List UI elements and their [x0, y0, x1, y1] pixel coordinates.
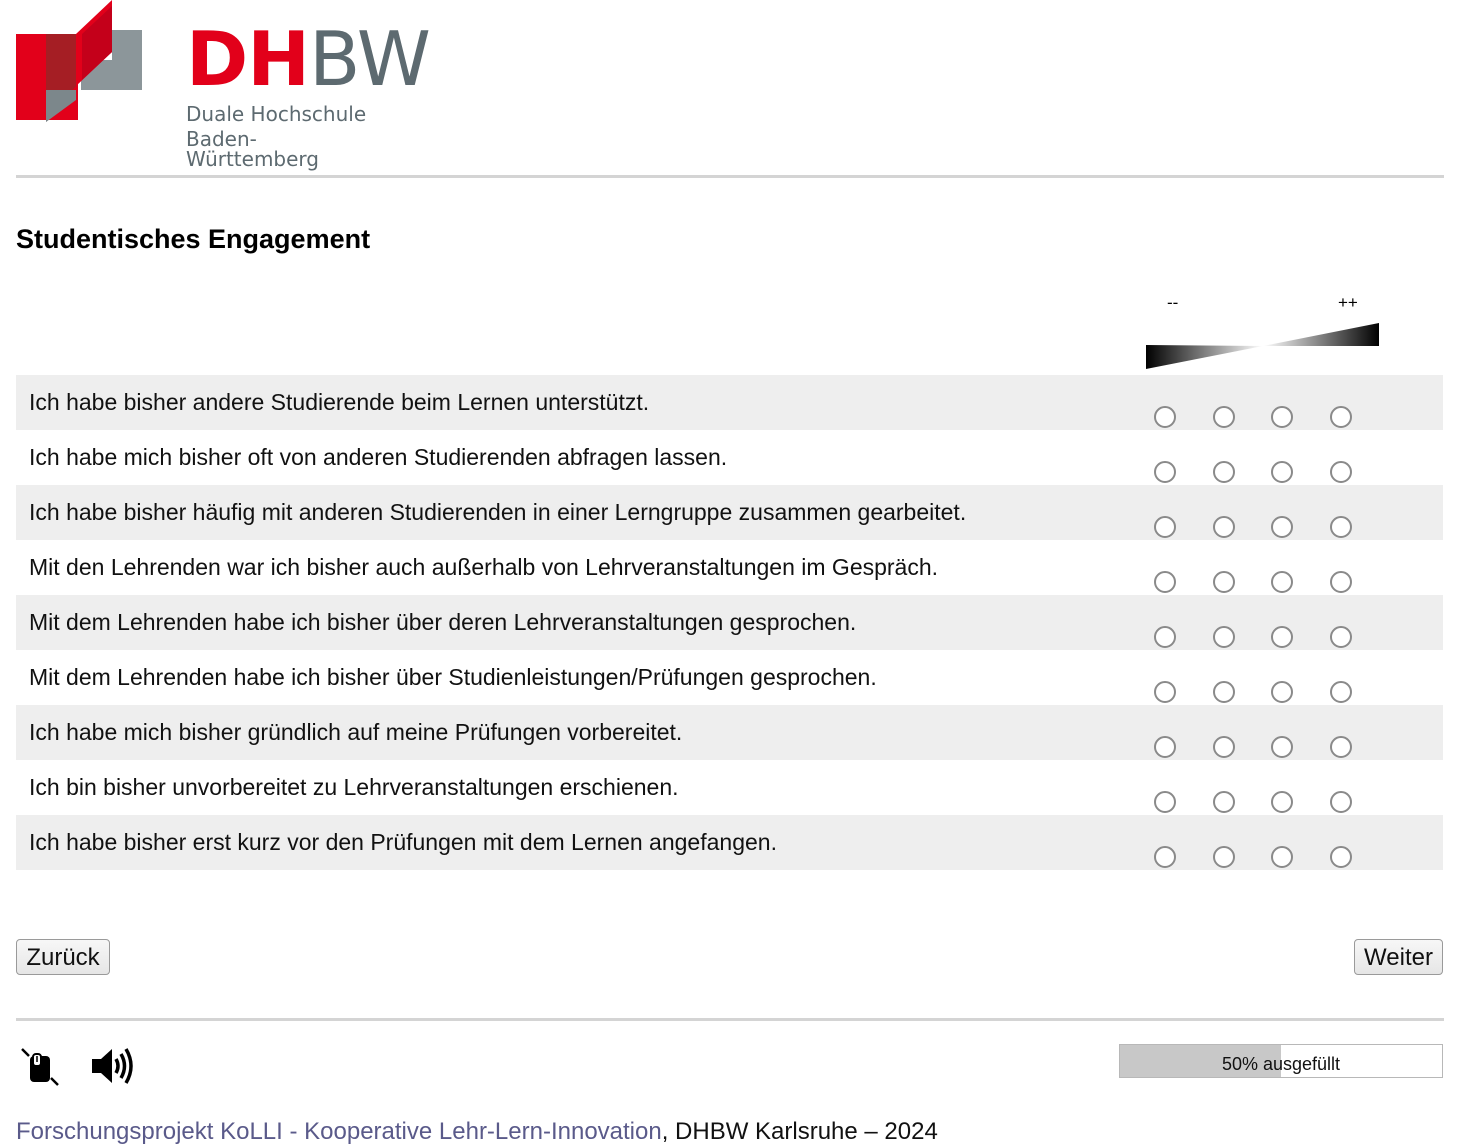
rating-radio-3[interactable] — [1271, 626, 1293, 648]
rating-radio-1[interactable] — [1154, 516, 1176, 538]
question-row: Ich habe bisher häufig mit anderen Studi… — [16, 485, 1443, 540]
speaker-icon[interactable] — [90, 1045, 136, 1087]
rating-radio-2[interactable] — [1213, 846, 1235, 868]
question-text: Ich habe bisher erst kurz vor den Prüfun… — [29, 829, 777, 855]
rating-radio-3[interactable] — [1271, 681, 1293, 703]
rating-radio-3[interactable] — [1271, 461, 1293, 483]
rating-radio-4[interactable] — [1330, 681, 1352, 703]
footer-suffix: , DHBW Karlsruhe – 2024 — [661, 1118, 938, 1145]
wordmark-bw: BW — [309, 15, 431, 103]
rating-radio-4[interactable] — [1330, 626, 1352, 648]
question-text: Ich habe bisher andere Studierende beim … — [29, 389, 650, 415]
footer-divider — [16, 1018, 1444, 1021]
rating-radio-4[interactable] — [1330, 571, 1352, 593]
question-row: Ich bin bisher unvorbereitet zu Lehrvera… — [16, 760, 1443, 815]
next-button[interactable]: Weiter — [1354, 939, 1443, 975]
rating-radio-1[interactable] — [1154, 461, 1176, 483]
question-text: Mit den Lehrenden war ich bisher auch au… — [29, 554, 939, 580]
rating-radio-1[interactable] — [1154, 791, 1176, 813]
header-divider — [16, 175, 1444, 178]
rating-radio-4[interactable] — [1330, 846, 1352, 868]
progress-bar: 50% ausgefüllt — [1119, 1044, 1443, 1078]
rating-radio-3[interactable] — [1271, 516, 1293, 538]
question-text: Mit dem Lehrenden habe ich bisher über S… — [29, 664, 877, 690]
rating-radio-4[interactable] — [1330, 406, 1352, 428]
scale-gradient-icon — [1146, 323, 1379, 369]
wordmark-dh: DH — [186, 15, 310, 103]
rating-radio-2[interactable] — [1213, 461, 1235, 483]
logo-line2: Baden-Württemberg — [186, 127, 319, 171]
rating-radio-2[interactable] — [1213, 736, 1235, 758]
rating-radio-4[interactable] — [1330, 791, 1352, 813]
question-row: Mit den Lehrenden war ich bisher auch au… — [16, 540, 1443, 595]
rating-radio-4[interactable] — [1330, 461, 1352, 483]
rating-radio-1[interactable] — [1154, 736, 1176, 758]
back-button[interactable]: Zurück — [16, 939, 110, 975]
scale-high-label: ++ — [1338, 293, 1358, 312]
question-text: Ich habe mich bisher gründlich auf meine… — [29, 719, 683, 745]
footer-project-link[interactable]: Forschungsprojekt KoLLI - Kooperative Le… — [16, 1118, 662, 1145]
progress-label: 50% ausgefüllt — [1221, 1054, 1341, 1074]
question-row: Ich habe bisher erst kurz vor den Prüfun… — [16, 815, 1443, 870]
rating-radio-2[interactable] — [1213, 791, 1235, 813]
question-text: Ich habe bisher häufig mit anderen Studi… — [29, 499, 967, 525]
rating-radio-2[interactable] — [1213, 681, 1235, 703]
rating-radio-1[interactable] — [1154, 681, 1176, 703]
rating-radio-1[interactable] — [1154, 626, 1176, 648]
question-text: Mit dem Lehrenden habe ich bisher über d… — [29, 609, 857, 635]
mouse-zoom-icon[interactable] — [20, 1047, 60, 1087]
rating-radio-1[interactable] — [1154, 846, 1176, 868]
rating-radio-3[interactable] — [1271, 406, 1293, 428]
dhbw-wordmark: DHBW — [186, 22, 431, 97]
footer: Forschungsprojekt KoLLI - Kooperative Le… — [16, 1118, 938, 1146]
rating-radio-1[interactable] — [1154, 406, 1176, 428]
question-row: Ich habe mich bisher gründlich auf meine… — [16, 705, 1443, 760]
rating-radio-4[interactable] — [1330, 516, 1352, 538]
dhbw-logo-mark — [16, 0, 142, 122]
rating-radio-2[interactable] — [1213, 626, 1235, 648]
rating-radio-4[interactable] — [1330, 736, 1352, 758]
question-row: Mit dem Lehrenden habe ich bisher über S… — [16, 650, 1443, 705]
rating-radio-2[interactable] — [1213, 516, 1235, 538]
rating-radio-3[interactable] — [1271, 846, 1293, 868]
rating-radio-2[interactable] — [1213, 571, 1235, 593]
rating-radio-2[interactable] — [1213, 406, 1235, 428]
question-row: Mit dem Lehrenden habe ich bisher über d… — [16, 595, 1443, 650]
logo-line1: Duale Hochschule — [186, 102, 367, 126]
question-row: Ich habe bisher andere Studierende beim … — [16, 375, 1443, 430]
question-row: Ich habe mich bisher oft von anderen Stu… — [16, 430, 1443, 485]
dhbw-logo: DHBW Duale Hochschule Baden-Württemberg — [16, 0, 431, 169]
rating-radio-3[interactable] — [1271, 791, 1293, 813]
rating-radio-3[interactable] — [1271, 571, 1293, 593]
question-text: Ich bin bisher unvorbereitet zu Lehrvera… — [29, 774, 679, 800]
rating-radio-3[interactable] — [1271, 736, 1293, 758]
scale-low-label: -- — [1167, 293, 1179, 312]
section-title: Studentisches Engagement — [16, 224, 371, 254]
rating-radio-1[interactable] — [1154, 571, 1176, 593]
question-text: Ich habe mich bisher oft von anderen Stu… — [29, 444, 728, 470]
